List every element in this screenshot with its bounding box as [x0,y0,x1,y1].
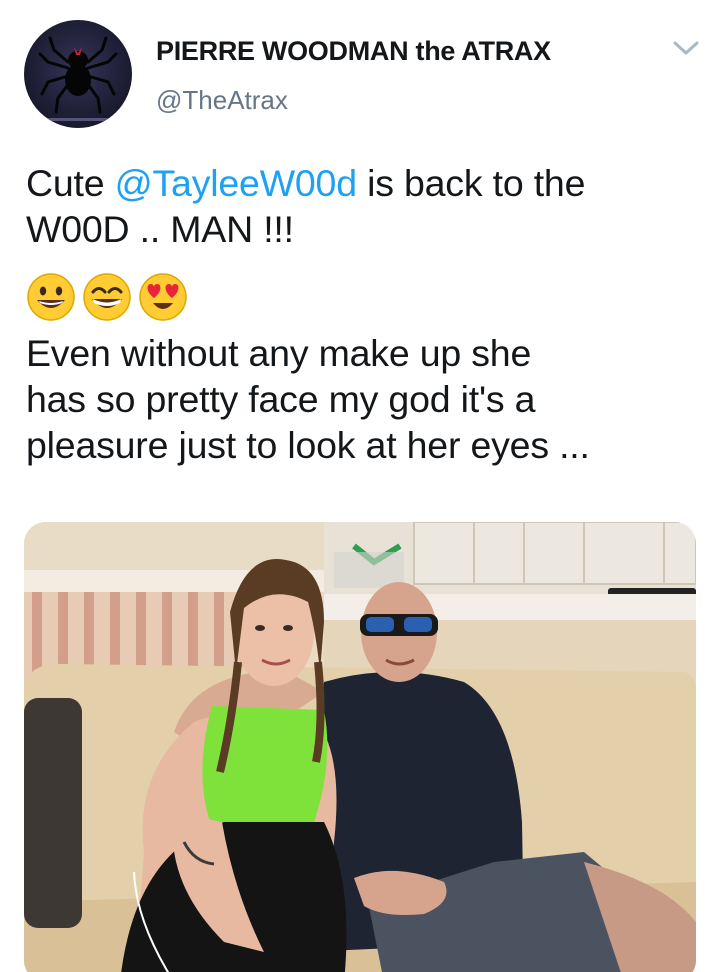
emoji-row [26,272,188,322]
author-handle[interactable]: @TheAtrax [156,85,288,116]
tweet-line-5: pleasure just to look at her eyes ... [26,424,590,466]
photo-illustration [24,522,696,972]
tweet-text-segment: is back to the [356,162,586,204]
heart-eyes-face-icon [139,273,187,321]
tweet-text-segment: Cute [26,162,115,204]
mention-link[interactable]: @TayleeW00d [115,162,357,204]
tweet-line-3: Even without any make up she [26,332,532,374]
grinning-face-icon [27,273,75,321]
author-display-name[interactable]: PIERRE WOODMAN the ATRAX [156,36,551,67]
tweet-body-top: Cute @TayleeW00d is back to the W00D .. … [26,160,706,252]
tweet-photo[interactable] [24,522,696,972]
beaming-face-icon [83,273,131,321]
tweet-line-1: Cute @TayleeW00d is back to the [26,160,706,206]
spider-logo-icon [38,36,118,121]
tweet-line-4: has so pretty face my god it's a [26,378,536,420]
chevron-down-icon[interactable] [672,38,700,58]
tweet-line-2: W00D .. MAN !!! [26,208,294,250]
author-avatar[interactable] [24,20,132,128]
tweet-body-bottom: Even without any make up she has so pret… [26,330,706,468]
